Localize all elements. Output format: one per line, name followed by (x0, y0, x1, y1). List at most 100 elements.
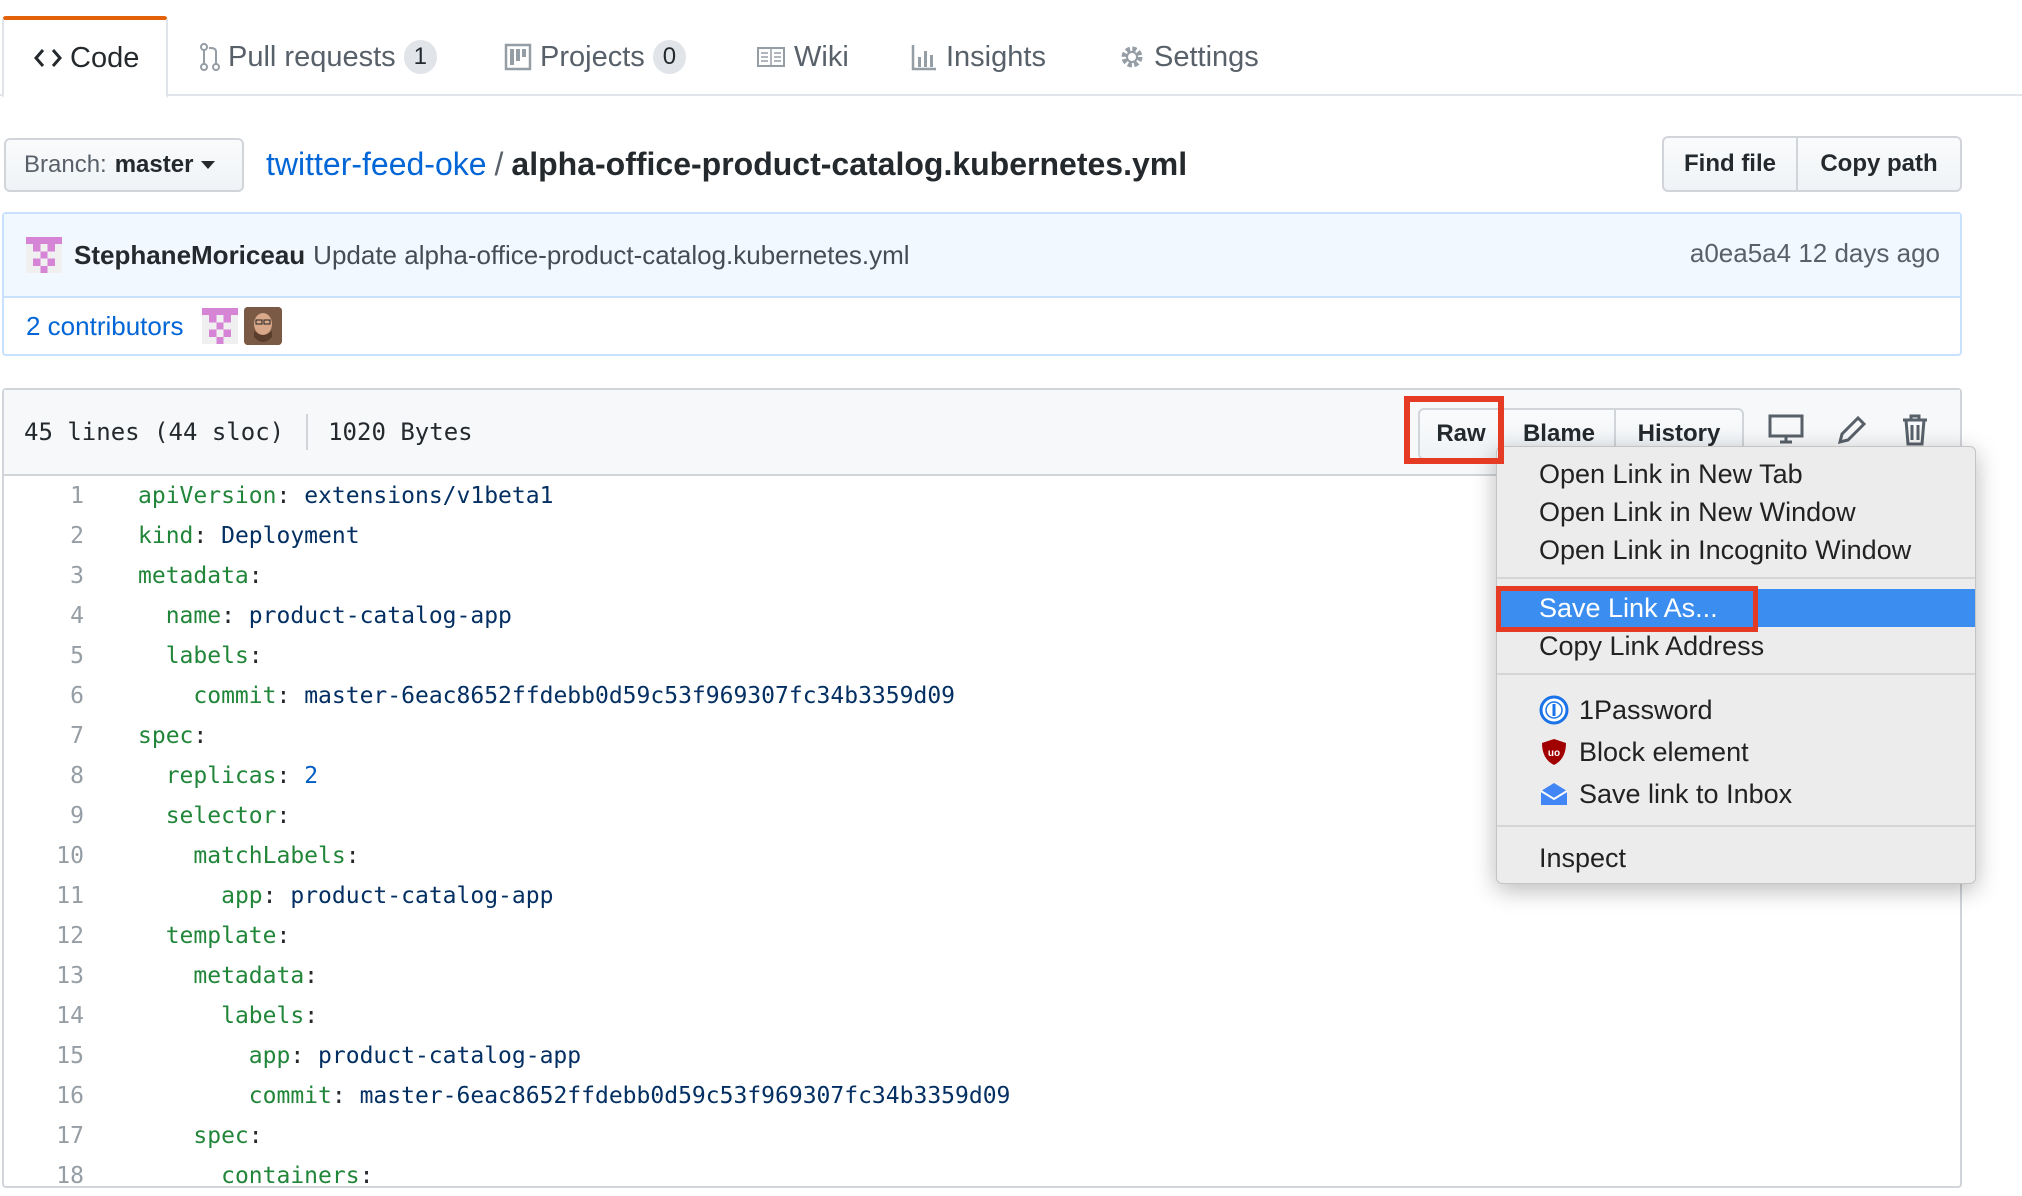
menu-item-open-incognito[interactable]: Open Link in Incognito Window (1497, 531, 1975, 569)
yaml-key: commit (248, 1083, 332, 1109)
commit-sha[interactable]: a0ea5a4 (1690, 238, 1791, 268)
line-content: commit: master-6eac8652ffdebb0d59c53f969… (84, 676, 955, 716)
line-number[interactable]: 10 (2, 836, 84, 876)
line-number[interactable]: 5 (2, 636, 84, 676)
tab-wiki[interactable]: Wiki (726, 16, 879, 98)
author-avatar[interactable] (26, 237, 62, 273)
menu-item-open-new-window[interactable]: Open Link in New Window (1497, 493, 1975, 531)
yaml-colon: : (276, 803, 291, 829)
yaml-colon: : (262, 883, 277, 909)
menu-item-copy-link-address[interactable]: Copy Link Address (1497, 627, 1975, 665)
tab-insights-label: Insights (946, 40, 1046, 73)
yaml-key: metadata (193, 963, 305, 989)
tab-code[interactable]: Code (2, 16, 168, 98)
breadcrumb-separator: / (494, 146, 504, 182)
line-number[interactable]: 8 (2, 756, 84, 796)
pencil-icon[interactable] (1836, 414, 1868, 446)
line-number[interactable]: 2 (2, 516, 84, 556)
menu-item-1password[interactable]: 1Password (1497, 691, 1975, 729)
trash-icon[interactable] (1900, 414, 1930, 446)
context-menu: Open Link in New Tab Open Link in New Wi… (1496, 446, 1976, 884)
line-content: containers: (84, 1156, 373, 1196)
line-content: selector: (84, 796, 291, 836)
breadcrumb-repo-link[interactable]: twitter-feed-oke (266, 146, 487, 182)
yaml-value: 2 (290, 763, 319, 789)
tab-projects[interactable]: Projects 0 (474, 16, 716, 98)
menu-item-block-element-label: Block element (1579, 737, 1749, 767)
line-number[interactable]: 17 (2, 1116, 84, 1156)
tab-settings[interactable]: Settings (1088, 16, 1289, 98)
svg-text:uo: uo (1548, 748, 1560, 759)
code-line: 10 matchLabels: (2, 836, 1502, 876)
contributor-photo-avatar[interactable] (243, 307, 282, 345)
commit-author[interactable]: StephaneMoriceau (74, 240, 305, 271)
menu-separator (1497, 577, 1975, 579)
desktop-icon[interactable] (1768, 414, 1804, 444)
yaml-colon: : (248, 1123, 263, 1149)
line-content: spec: (84, 716, 207, 756)
code-line: 8 replicas: 2 (2, 756, 1502, 796)
code-line: 4 name: product-catalog-app (2, 596, 1502, 636)
line-content: replicas: 2 (84, 756, 318, 796)
tab-pull-requests-label: Pull requests (228, 40, 396, 73)
menu-item-inspect[interactable]: Inspect (1497, 839, 1975, 877)
branch-select-button[interactable]: Branch: master (4, 138, 244, 192)
line-number[interactable]: 9 (2, 796, 84, 836)
yaml-key: replicas (165, 763, 277, 789)
line-number[interactable]: 6 (2, 676, 84, 716)
branch-label: Branch: (24, 151, 107, 178)
contributors-link[interactable]: 2 contributors (26, 311, 184, 342)
line-number[interactable]: 13 (2, 956, 84, 996)
pull-requests-count: 1 (403, 40, 438, 74)
inbox-envelope-icon (1540, 783, 1568, 805)
find-file-button[interactable]: Find file (1662, 136, 1798, 192)
commit-meta: a0ea5a4 12 days ago (1690, 238, 1940, 269)
copy-path-button[interactable]: Copy path (1798, 136, 1962, 192)
line-number[interactable]: 12 (2, 916, 84, 956)
repo-nav-tabs: Code Pull requests 1 Projects 0 Wiki Ins… (0, 0, 2022, 98)
yaml-value: product-catalog-app (276, 883, 554, 909)
menu-item-save-to-inbox[interactable]: Save link to Inbox (1497, 775, 1975, 813)
tab-pull-requests[interactable]: Pull requests 1 (170, 16, 467, 98)
code-line: 3 metadata: (2, 556, 1502, 596)
code-line: 13 metadata: (2, 956, 1502, 996)
line-number[interactable]: 4 (2, 596, 84, 636)
yaml-key: kind (138, 523, 194, 549)
contributor-avatar[interactable] (201, 308, 238, 344)
line-number[interactable]: 14 (2, 996, 84, 1036)
yaml-key: selector (165, 803, 277, 829)
line-number[interactable]: 15 (2, 1036, 84, 1076)
commit-message[interactable]: Update alpha-office-product-catalog.kube… (313, 240, 909, 271)
code-line: 2 kind: Deployment (2, 516, 1502, 556)
line-number[interactable]: 11 (2, 876, 84, 916)
code-line: 12 template: (2, 916, 1502, 956)
menu-item-open-new-tab[interactable]: Open Link in New Tab (1497, 455, 1975, 493)
yaml-key: metadata (138, 563, 249, 589)
tab-insights[interactable]: Insights (880, 16, 1076, 98)
yaml-colon: : (304, 1003, 319, 1029)
file-info: 45 lines (44 sloc) 1020 Bytes (24, 414, 473, 450)
line-number[interactable]: 3 (2, 556, 84, 596)
line-content: commit: master-6eac8652ffdebb0d59c53f969… (84, 1076, 1011, 1116)
line-number[interactable]: 16 (2, 1076, 84, 1116)
yaml-colon: : (276, 483, 291, 509)
line-number[interactable]: 7 (2, 716, 84, 756)
breadcrumb: twitter-feed-oke / alpha-office-product-ca… (266, 142, 1187, 186)
line-number[interactable]: 18 (2, 1156, 84, 1196)
pull-request-icon (200, 43, 220, 71)
commit-age: 12 days ago (1798, 238, 1940, 268)
yaml-key: labels (165, 643, 249, 669)
yaml-colon: : (331, 1083, 346, 1109)
line-number[interactable]: 1 (2, 476, 84, 516)
yaml-key: apiVersion (138, 483, 277, 509)
menu-item-block-element[interactable]: uo Block element (1497, 733, 1975, 771)
project-icon (504, 43, 532, 71)
